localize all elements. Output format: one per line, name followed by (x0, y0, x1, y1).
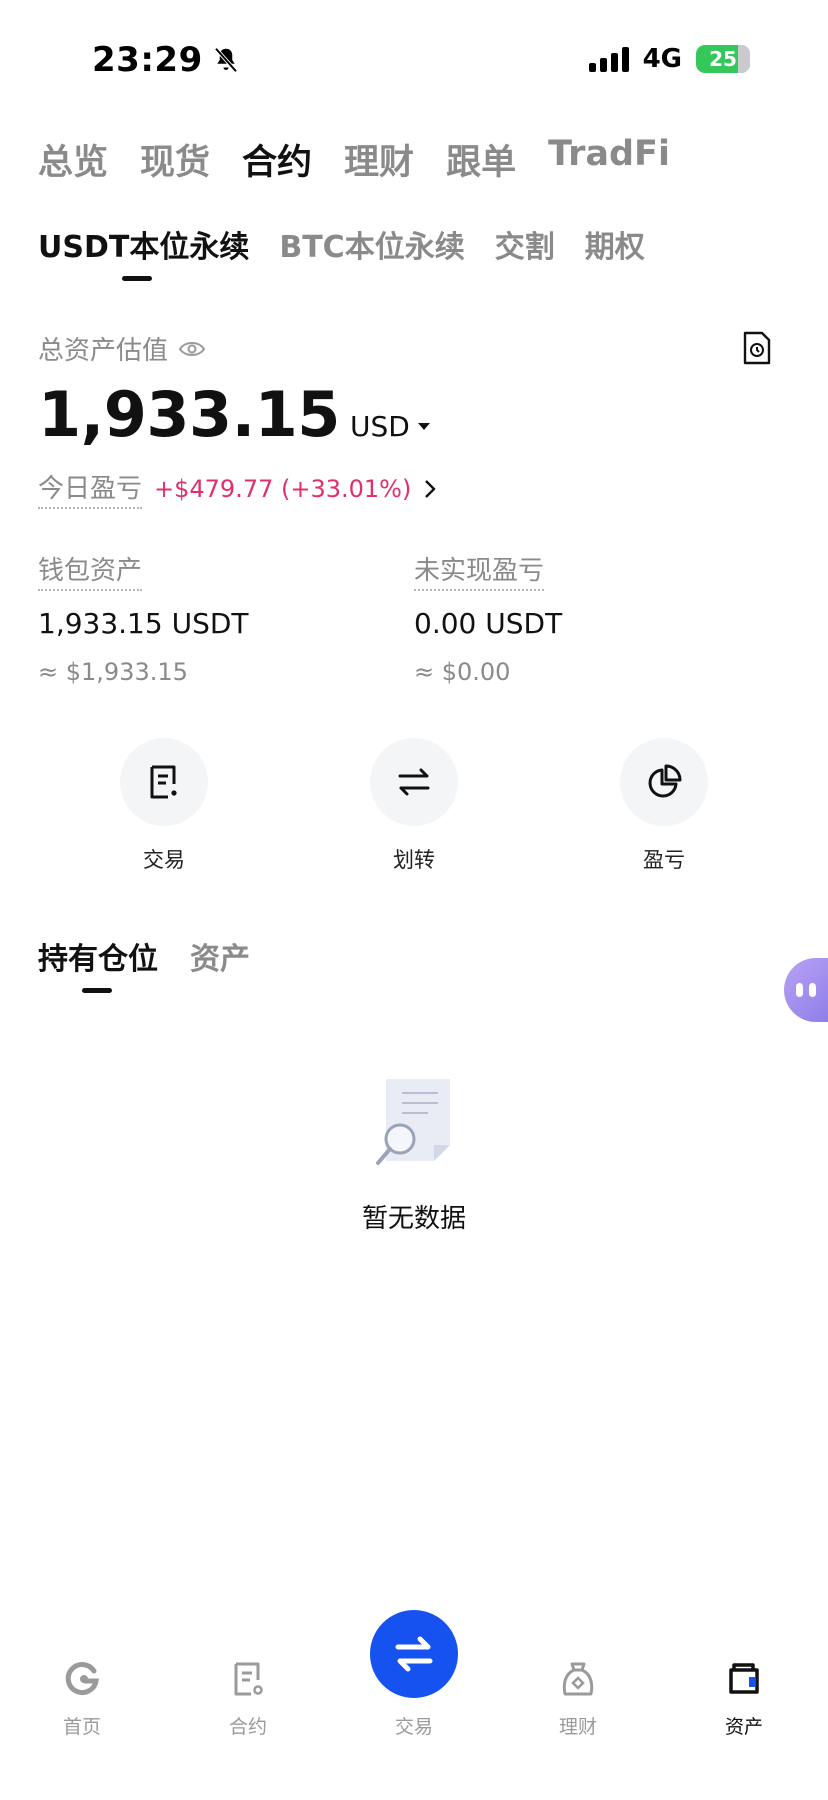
time-text: 23:29 (92, 40, 203, 80)
subtab-btc-perpetual[interactable]: BTC本位永续 (279, 222, 464, 266)
home-logo-icon (65, 1662, 99, 1696)
total-assets-label: 总资产估值 (38, 330, 206, 367)
today-pnl-value: +$479.77 (+33.01%) (154, 474, 412, 503)
battery-icon: 25 (696, 45, 750, 73)
history-document-icon[interactable] (742, 331, 772, 365)
transfer-arrows-icon (398, 768, 430, 796)
wallet-assets-value: 1,933.15 USDT (38, 607, 249, 640)
today-pnl-label: 今日盈亏 (38, 468, 143, 509)
currency-selector[interactable]: USD (350, 410, 430, 443)
floating-assistant-button[interactable] (784, 958, 828, 1022)
empty-state-text: 暂无数据 (361, 1204, 466, 1234)
unrealized-pnl: 未实现盈亏 0.00 USDT ≈ $0.00 (414, 550, 562, 686)
nav-futures-label: 合约 (228, 1716, 267, 1738)
battery-level: 25 (709, 47, 737, 71)
trade-action-label: 交易 (143, 848, 185, 872)
signal-icon (588, 46, 629, 72)
transfer-action-label: 划转 (393, 848, 435, 872)
currency-label: USD (349, 410, 410, 443)
nav-home-label: 首页 (62, 1716, 101, 1738)
wallet-icon (729, 1663, 759, 1694)
trade-action-button[interactable]: 交易 (104, 738, 224, 874)
transfer-action-button[interactable]: 划转 (354, 738, 474, 874)
tab-tradfi[interactable]: TradFi (548, 134, 670, 185)
tab-assets[interactable]: 资产 (190, 934, 250, 978)
wallet-assets-approx: ≈ $1,933.15 (38, 658, 188, 686)
status-indicators: 4G 25 (588, 44, 750, 74)
tab-spot[interactable]: 现货 (140, 134, 210, 185)
nav-futures[interactable]: 合约 (188, 1660, 308, 1739)
earn-jar-icon (562, 1662, 594, 1696)
pie-chart-icon (648, 764, 682, 798)
pnl-action-label: 盈亏 (643, 848, 685, 872)
total-assets-value: 1,933.15 USD (38, 378, 430, 451)
subtab-usdt-perpetual[interactable]: USDT本位永续 (38, 222, 249, 266)
pnl-action-circle (620, 738, 708, 826)
status-time: 23:29 (92, 40, 241, 80)
chevron-right-icon (425, 479, 437, 498)
order-document-icon (150, 765, 177, 799)
bell-muted-icon (214, 47, 238, 73)
tab-overview[interactable]: 总览 (38, 134, 108, 185)
tab-futures[interactable]: 合约 (242, 134, 312, 185)
subtab-active-indicator (122, 276, 152, 281)
eye-icon[interactable] (178, 340, 206, 358)
swap-arrows-icon (395, 1636, 433, 1672)
subtab-delivery[interactable]: 交割 (495, 222, 555, 266)
position-tab-indicator (82, 988, 112, 993)
trade-action-circle (120, 738, 208, 826)
empty-search-document-icon (376, 1079, 450, 1165)
tab-copy-trading[interactable]: 跟单 (446, 134, 516, 185)
tab-earn[interactable]: 理财 (344, 134, 414, 185)
today-pnl-row[interactable]: 今日盈亏 +$479.77 (+33.01%) (38, 468, 437, 509)
unrealized-pnl-value: 0.00 USDT (414, 607, 563, 640)
nav-assets[interactable]: 资产 (684, 1660, 804, 1739)
unrealized-pnl-approx: ≈ $0.00 (414, 658, 511, 686)
tab-positions[interactable]: 持有仓位 (38, 934, 158, 978)
nav-earn-label: 理财 (558, 1716, 597, 1738)
subtab-options[interactable]: 期权 (585, 222, 645, 266)
futures-document-icon (234, 1662, 263, 1696)
top-tabs: 总览 现货 合约 理财 跟单 TradFi (38, 134, 670, 185)
nav-assets-label: 资产 (724, 1716, 763, 1738)
nav-earn[interactable]: 理财 (518, 1660, 638, 1739)
transfer-action-circle (370, 738, 458, 826)
wallet-assets-label[interactable]: 钱包资产 (38, 550, 143, 591)
unrealized-pnl-label[interactable]: 未实现盈亏 (414, 550, 545, 591)
total-assets-label-text: 总资产估值 (38, 336, 169, 366)
caret-down-icon (417, 423, 430, 430)
position-tabs: 持有仓位 资产 (38, 934, 250, 978)
total-amount: 1,933.15 (38, 378, 340, 451)
wallet-assets: 钱包资产 1,933.15 USDT ≈ $1,933.15 (38, 550, 249, 686)
nav-home[interactable]: 首页 (22, 1660, 142, 1739)
nav-trade-button[interactable] (370, 1610, 458, 1698)
pnl-action-button[interactable]: 盈亏 (604, 738, 724, 874)
sub-tabs: USDT本位永续 BTC本位永续 交割 期权 (38, 222, 645, 266)
network-type: 4G (642, 44, 682, 74)
nav-trade-label: 交易 (394, 1716, 433, 1738)
